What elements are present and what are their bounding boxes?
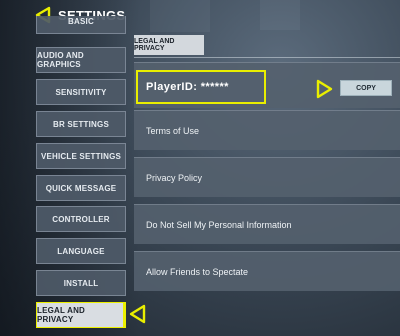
privacy-policy-row[interactable]: Privacy Policy <box>134 157 400 197</box>
terms-of-use-row[interactable]: Terms of Use <box>134 110 400 150</box>
tab-label: LEGAL AND PRIVACY <box>134 38 175 52</box>
sidebar-item-label: INSTALL <box>63 278 99 288</box>
sidebar-item-label: AUDIO AND GRAPHICS <box>37 51 84 69</box>
tab-legal-and-privacy[interactable]: LEGAL AND PRIVACY <box>134 35 204 55</box>
sidebar-item-label: LEGAL AND PRIVACY <box>37 306 86 324</box>
allow-friends-spectate-row[interactable]: Allow Friends to Spectate <box>134 251 400 291</box>
sidebar-item-label: CONTROLLER <box>52 214 110 224</box>
row-label: Allow Friends to Spectate <box>146 266 249 277</box>
tab-divider <box>134 57 400 58</box>
sidebar-item-install[interactable]: INSTALL <box>36 270 126 296</box>
sidebar-item-sensitivity[interactable]: SENSITIVITY <box>36 79 126 105</box>
row-label: Terms of Use <box>146 125 200 136</box>
sidebar-item-language[interactable]: LANGUAGE <box>36 238 126 264</box>
pointer-arrow-icon <box>316 79 333 99</box>
background-building <box>260 0 300 30</box>
sidebar: BASIC AUDIO AND GRAPHICS SENSITIVITY BR … <box>36 16 126 336</box>
player-id-text: PlayerID: ****** <box>146 81 229 93</box>
sidebar-item-quick-message[interactable]: QUICK MESSAGE <box>36 175 126 201</box>
sidebar-item-label: SENSITIVITY <box>55 87 107 97</box>
sidebar-item-br-settings[interactable]: BR SETTINGS <box>36 111 126 137</box>
player-id-field: PlayerID: ****** <box>136 70 266 104</box>
sidebar-item-vehicle-settings[interactable]: VEHICLE SETTINGS <box>36 143 126 169</box>
sidebar-item-label: QUICK MESSAGE <box>45 183 117 193</box>
copy-button-label: COPY <box>356 84 376 92</box>
sidebar-item-basic[interactable]: BASIC <box>36 16 126 34</box>
row-label: Privacy Policy <box>146 172 203 183</box>
copy-button[interactable]: COPY <box>340 80 392 96</box>
sidebar-item-audio-and-graphics[interactable]: AUDIO AND GRAPHICS <box>36 47 126 73</box>
sidebar-item-controller[interactable]: CONTROLLER <box>36 206 126 232</box>
do-not-sell-row[interactable]: Do Not Sell My Personal Information <box>134 204 400 244</box>
sidebar-item-legal-and-privacy[interactable]: LEGAL AND PRIVACY <box>36 302 126 328</box>
sidebar-item-label: BASIC <box>68 16 94 26</box>
sidebar-item-label: BR SETTINGS <box>53 119 109 129</box>
background-building <box>150 0 210 32</box>
row-label: Do Not Sell My Personal Information <box>146 219 292 230</box>
sidebar-item-label: VEHICLE SETTINGS <box>40 151 122 161</box>
sidebar-item-label: LANGUAGE <box>57 246 105 256</box>
